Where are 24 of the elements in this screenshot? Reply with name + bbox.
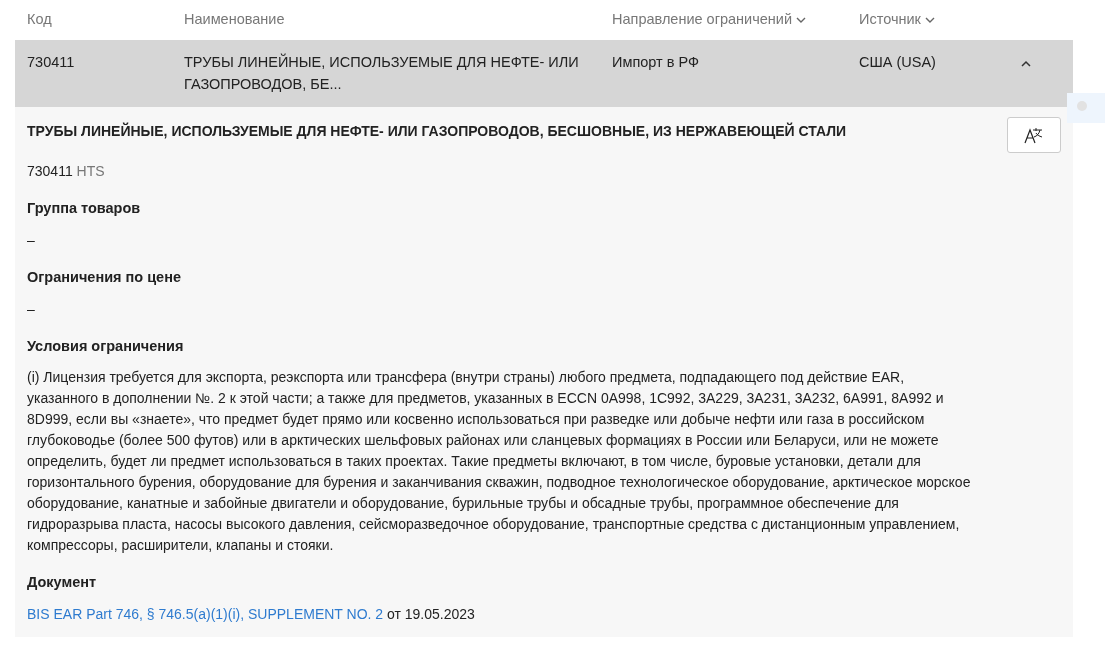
code-system: HTS [76,163,105,179]
document-link[interactable]: BIS EAR Part 746, § 746.5(a)(1)(i), SUPPLEMENT NO. 2 [27,606,384,622]
section-heading: Условия ограничения [27,336,185,356]
translate-button[interactable] [1007,117,1061,153]
table-cell: 730411 [27,54,75,70]
section-heading: Группа товаров [27,199,142,218]
table-row[interactable]: 730411 ТРУБЫ ЛИНЕЙНЫЕ, ИСПОЛЬЗУЕМЫЕ ДЛЯ НЕФТЕ- ИЛИ ГАЗОПРОВОДОВ, БЕ... Импорт в РФ США (USA) [15,40,1073,107]
collapse-icon[interactable] [1021,60,1031,67]
section-heading: Документ [27,573,98,593]
table-cell: ТРУБЫ ЛИНЕЙНЫЕ, ИСПОЛЬЗУЕМЫЕ ДЛЯ НЕФТЕ- ИЛИ ГАЗОПРОВОДОВ, БЕ... [184,54,579,92]
section-text: – [27,230,36,250]
product-code: 730411 [27,163,73,179]
table-cell: Импорт в РФ [612,54,699,70]
section-text: – [27,299,36,319]
column-header[interactable]: Направление ограничений [612,9,807,31]
column-header: Код [27,11,52,28]
product-title: ТРУБЫ ЛИНЕЙНЫЕ, ИСПОЛЬЗУЕМЫЕ ДЛЯ НЕФТЕ- ИЛИ ГАЗОПРОВОДОВ, БЕСШОВНЫЕ, ИЗ НЕРЖАВЕЮЩЕЙ СТАЛИ [27,121,847,141]
translate-icon [1024,126,1044,144]
column-header: Наименование [184,11,285,28]
section-text: (i) Лицензия требуется для экспорта, реэкспорта или трансфера (внутри страны) любого предмета, подпадающего под действие EAR, указанного в дополнении №. 2 к этой части; а также для предметов, указанных в ECCN 0A998, 1C992, 3A229, 3A231, 3A232, 6A991, 8A992 и 8D999, если вы «знаете», что предмет будет прямо или косвенно использоваться при разведке или добыче нефти или газа в российском глубоководье (более 500 футов) или в арктических шельфовых районах или сланцевых формациях в России или Беларуси, или не можете определить, будет ли предмет использоваться в таких проектах. Такие предметы включают, в том числе, буровые установки, детали для горизонтального бурения, оборудование для бурения и заканчивания скважин, подводное технологическое оборудование, арктическое морское оборудование, канатные и забойные двигатели и оборудование, бурильные трубы и обсадные трубы, программное обеспечение для гидроразрыва пласта, насосы высокого давления, сейсморазведочное оборудование, транспортные средства с дистанционным управлением, компрессоры, расширители, клапаны и стояки. [27,368,972,556]
column-header[interactable]: Источник [859,9,935,31]
table-cell: США (USA) [859,54,936,70]
document-date: от 19.05.2023 [387,606,475,622]
section-heading: Ограничения по цене [27,267,182,287]
